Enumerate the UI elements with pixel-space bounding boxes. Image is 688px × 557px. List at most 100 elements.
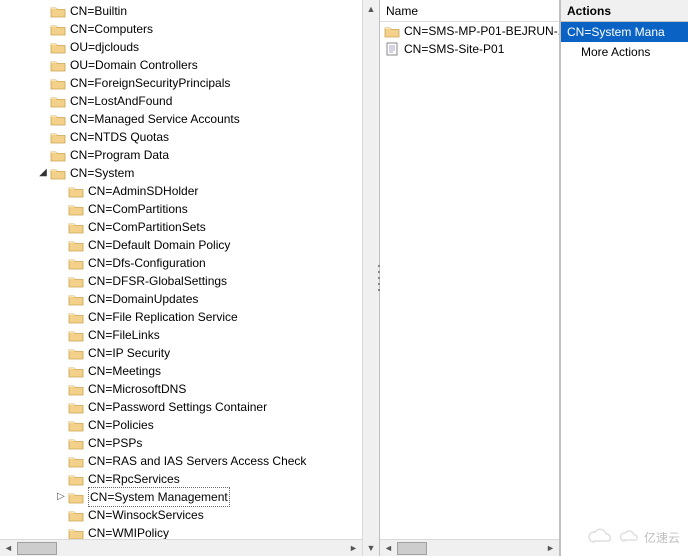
tree-item[interactable]: CN=PSPs <box>0 434 379 452</box>
tree-item-label: OU=djclouds <box>70 38 139 56</box>
folder-icon <box>50 4 66 18</box>
scroll-thumb[interactable] <box>17 542 57 555</box>
tree-item-label: CN=Policies <box>88 416 154 434</box>
folder-icon <box>50 166 66 180</box>
tree-item[interactable]: CN=Policies <box>0 416 379 434</box>
tree-item[interactable]: OU=Domain Controllers <box>0 56 379 74</box>
list-item-label: CN=SMS-Site-P01 <box>404 42 504 56</box>
tree-item-label: CN=System <box>70 164 134 182</box>
tree-item[interactable]: CN=Computers <box>0 20 379 38</box>
tree-item-label: CN=WinsockServices <box>88 506 204 524</box>
tree-item-label: CN=PSPs <box>88 434 142 452</box>
tree-item[interactable]: CN=Default Domain Policy <box>0 236 379 254</box>
tree-item[interactable]: OU=djclouds <box>0 38 379 56</box>
scroll-thumb[interactable] <box>397 542 427 555</box>
scroll-left-icon[interactable]: ◄ <box>380 540 397 557</box>
detail-horizontal-scrollbar[interactable]: ◄ ► <box>380 539 559 556</box>
tree-item[interactable]: CN=Managed Service Accounts <box>0 110 379 128</box>
tree-item[interactable]: ▷ CN=System Management <box>0 488 379 506</box>
tree-item[interactable]: CN=RpcServices <box>0 470 379 488</box>
list-item-label: CN=SMS-MP-P01-BEJRUN-... <box>404 24 559 38</box>
detail-list[interactable]: CN=SMS-MP-P01-BEJRUN-... CN=SMS-Site-P01 <box>380 22 559 539</box>
tree-item[interactable]: CN=AdminSDHolder <box>0 182 379 200</box>
tree-view[interactable]: CN=BuiltinCN=ComputersOU=djcloudsOU=Doma… <box>0 0 379 539</box>
tree-item[interactable]: CN=ComPartitions <box>0 200 379 218</box>
folder-icon <box>68 400 84 414</box>
tree-item[interactable]: CN=Meetings <box>0 362 379 380</box>
scroll-up-icon[interactable]: ▲ <box>363 0 380 17</box>
tree-item[interactable]: CN=Password Settings Container <box>0 398 379 416</box>
tree-item-label: CN=Builtin <box>70 2 127 20</box>
tree-item[interactable]: CN=Builtin <box>0 2 379 20</box>
folder-icon <box>68 310 84 324</box>
tree-pane: CN=BuiltinCN=ComputersOU=djcloudsOU=Doma… <box>0 0 380 556</box>
tree-item[interactable]: CN=MicrosoftDNS <box>0 380 379 398</box>
tree-item-label: CN=Dfs-Configuration <box>88 254 206 272</box>
tree-item-label: CN=IP Security <box>88 344 170 362</box>
tree-item[interactable]: CN=FileLinks <box>0 326 379 344</box>
tree-item-label: CN=Managed Service Accounts <box>70 110 240 128</box>
actions-title-label: Actions <box>567 4 611 18</box>
folder-icon <box>68 238 84 252</box>
tree-item[interactable]: CN=WinsockServices <box>0 506 379 524</box>
tree-item[interactable]: CN=DomainUpdates <box>0 290 379 308</box>
folder-icon <box>68 382 84 396</box>
actions-pane: Actions CN=System Mana More Actions <box>560 0 688 556</box>
tree-item[interactable]: CN=IP Security <box>0 344 379 362</box>
actions-context-bar[interactable]: CN=System Mana <box>561 22 688 42</box>
scroll-right-icon[interactable]: ► <box>542 540 559 557</box>
tree-item-label: CN=System Management <box>88 487 230 507</box>
folder-icon <box>384 23 400 39</box>
folder-icon <box>50 22 66 36</box>
tree-item[interactable]: CN=RAS and IAS Servers Access Check <box>0 452 379 470</box>
tree-item[interactable]: CN=WMIPolicy <box>0 524 379 539</box>
list-item[interactable]: CN=SMS-Site-P01 <box>380 40 559 58</box>
list-item[interactable]: CN=SMS-MP-P01-BEJRUN-... <box>380 22 559 40</box>
tree-item[interactable]: CN=ForeignSecurityPrincipals <box>0 74 379 92</box>
tree-item-label: CN=AdminSDHolder <box>88 182 198 200</box>
column-header-label: Name <box>386 4 418 18</box>
tree-item-label: CN=LostAndFound <box>70 92 172 110</box>
tree-item[interactable]: CN=Dfs-Configuration <box>0 254 379 272</box>
tree-item[interactable]: CN=File Replication Service <box>0 308 379 326</box>
actions-context-label: CN=System Mana <box>567 25 665 39</box>
tree-item-label: CN=FileLinks <box>88 326 160 344</box>
folder-icon <box>68 274 84 288</box>
folder-icon <box>68 526 84 539</box>
folder-icon <box>68 220 84 234</box>
tree-item-label: CN=DomainUpdates <box>88 290 198 308</box>
expand-toggle-icon[interactable]: ▷ <box>54 488 68 506</box>
tree-item[interactable]: CN=LostAndFound <box>0 92 379 110</box>
folder-icon <box>50 76 66 90</box>
column-header-name[interactable]: Name <box>380 0 559 22</box>
folder-icon <box>68 328 84 342</box>
tree-item-label: CN=Computers <box>70 20 153 38</box>
tree-item-label: CN=Meetings <box>88 362 161 380</box>
folder-icon <box>68 508 84 522</box>
more-actions-item[interactable]: More Actions <box>561 42 688 62</box>
tree-item[interactable]: ◢ CN=System <box>0 164 379 182</box>
tree-item-label: CN=NTDS Quotas <box>70 128 169 146</box>
tree-item-label: CN=RpcServices <box>88 470 180 488</box>
tree-item[interactable]: CN=Program Data <box>0 146 379 164</box>
folder-icon <box>68 436 84 450</box>
tree-item-label: CN=MicrosoftDNS <box>88 380 186 398</box>
tree-item-label: CN=ComPartitions <box>88 200 188 218</box>
tree-item-label: CN=WMIPolicy <box>88 524 169 539</box>
collapse-toggle-icon[interactable]: ◢ <box>36 164 50 182</box>
folder-icon <box>50 94 66 108</box>
tree-item[interactable]: CN=NTDS Quotas <box>0 128 379 146</box>
folder-icon <box>68 256 84 270</box>
folder-icon <box>68 364 84 378</box>
horizontal-scrollbar[interactable]: ◄ ► ⋮⋮ <box>0 539 379 556</box>
tree-item-label: CN=ComPartitionSets <box>88 218 206 236</box>
folder-icon <box>50 112 66 126</box>
tree-item-label: CN=RAS and IAS Servers Access Check <box>88 452 306 470</box>
scroll-left-icon[interactable]: ◄ <box>0 540 17 557</box>
folder-icon <box>68 346 84 360</box>
tree-item-label: CN=File Replication Service <box>88 308 238 326</box>
scroll-down-icon[interactable]: ▼ <box>363 539 380 556</box>
tree-item[interactable]: CN=ComPartitionSets <box>0 218 379 236</box>
folder-icon <box>68 472 84 486</box>
tree-item[interactable]: CN=DFSR-GlobalSettings <box>0 272 379 290</box>
